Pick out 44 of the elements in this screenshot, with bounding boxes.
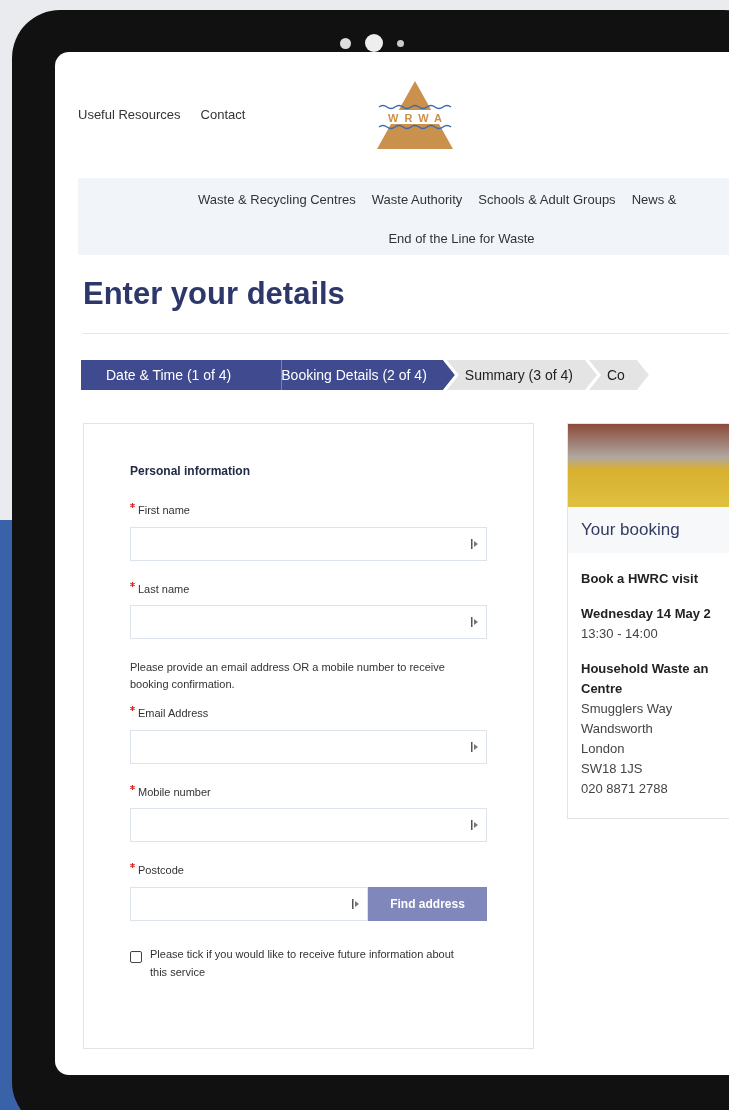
header-link[interactable]: Useful Resources [78,105,181,125]
progress-step: Booking Details (2 of 4) [281,360,455,390]
progress-step: Co [588,360,649,390]
section-heading: Personal information [130,463,252,480]
autofill-icon [352,898,359,909]
progress-step: Date & Time (1 of 4) [81,360,282,390]
autofill-icon [471,538,478,549]
field-label: Last name [138,581,190,597]
camera-icon [365,34,383,52]
wrwa-logo: WRWA [375,81,455,149]
field-label: First name [138,503,190,518]
nav-link[interactable]: Waste & Recycling Centres [198,190,356,210]
page-title: Enter your details [83,275,346,313]
booking-time: 13:30 - 14:00 [581,625,659,643]
nav-link[interactable]: End of the Line for Waste [388,228,535,248]
field-label: Postcode [138,863,184,878]
nav-link[interactable]: Schools & Adult Groups [478,190,616,210]
field-label: Mobile number [138,784,211,800]
address-line: 020 8871 2788 [581,780,669,798]
nav-link[interactable]: News & [631,190,677,210]
service-name: Book a HWRC visit [581,570,699,588]
header-link[interactable]: Contact [200,105,246,125]
progress-step: Summary (3 of 4) [446,360,597,390]
input-field[interactable] [130,808,487,842]
input-field[interactable] [130,729,487,764]
centre-name: Centre [581,680,624,698]
checkbox-label: Please tick if you would like to receive future information about this service [150,946,455,980]
input-field[interactable] [130,605,487,639]
address-line: Smugglers Way [581,700,674,718]
booking-date: Wednesday 14 May 2 [581,605,712,623]
address-line: SW18 1JS [581,760,644,778]
field-label: Email Address [138,706,209,721]
autofill-icon [471,617,478,627]
input-field[interactable] [130,526,487,561]
centre-name: Household Waste an [581,660,710,678]
autofill-icon [471,820,478,830]
autofill-icon [471,741,478,752]
instruction-text: Please provide an email address OR a mobile number to receive booking confirmation. [130,660,446,692]
checkbox[interactable] [130,950,142,963]
address-line: Wandsworth [581,720,654,738]
postcode-field[interactable] [130,886,368,921]
address-line: London [581,740,626,758]
booking-title: Your booking [581,519,680,542]
nav-link[interactable]: Waste Authority [371,190,463,210]
